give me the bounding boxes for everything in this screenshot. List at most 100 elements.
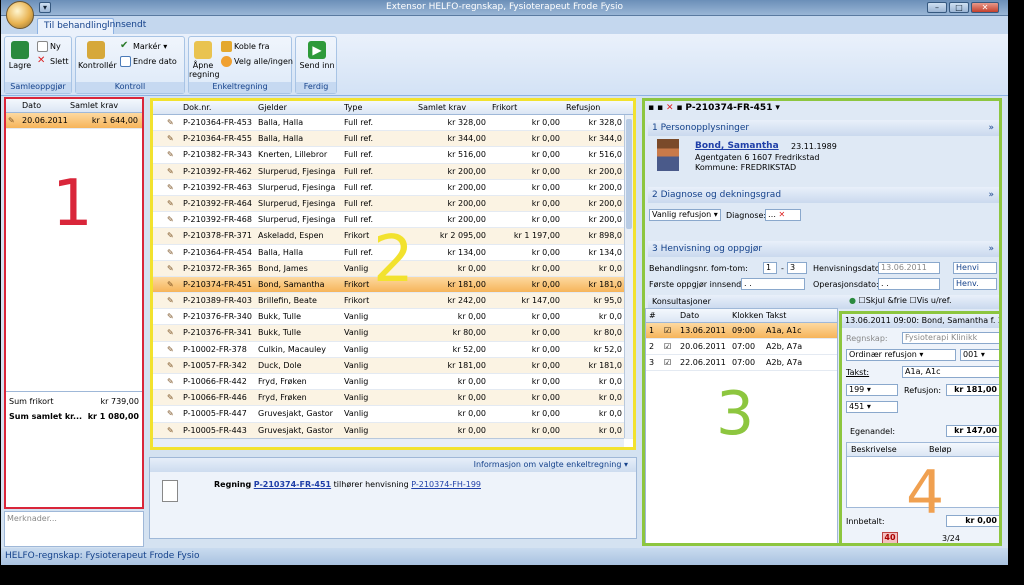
column-header[interactable]: Dato <box>22 101 41 110</box>
apne-regning-button[interactable]: Åpne regning <box>189 41 220 79</box>
b-select[interactable]: 451 ▾ <box>846 401 898 413</box>
consultation-checkbox[interactable]: ☑ <box>664 358 671 367</box>
forste-oppgjor-input[interactable]: . . <box>741 278 805 290</box>
column-header[interactable]: Refusjon <box>566 103 600 112</box>
maximize-button[interactable]: □ <box>949 2 969 13</box>
column-header[interactable]: Beskrivelse <box>851 445 897 454</box>
table-row[interactable]: ✎ P-10066-FR-442 Fryd, Frøken Vanlig kr 0,00… <box>153 374 633 391</box>
slett-button[interactable]: ✕ Slett <box>37 56 69 67</box>
group-ferdig: ▶ Send inn Ferdig <box>295 36 337 94</box>
a-select[interactable]: 199 ▾ <box>846 384 898 396</box>
column-header[interactable]: Samlet krav <box>70 101 118 110</box>
table-cell: P-10066-FR-442 <box>183 377 247 386</box>
column-header[interactable]: Samlet krav <box>418 103 466 112</box>
table-row[interactable]: ✎ P-10057-FR-342 Duck, Dole Vanlig kr 181,00… <box>153 357 633 374</box>
table-row[interactable]: ✎ P-10066-FR-446 Fryd, Frøken Vanlig kr 0,00… <box>153 390 633 407</box>
column-header[interactable]: Dok.nr. <box>183 103 211 112</box>
tab-innsendt[interactable]: Innsendt <box>101 18 152 34</box>
column-header[interactable]: Type <box>344 103 362 112</box>
table-row[interactable]: ✎ P-10005-FR-443 Gruvesjakt, Gastor Vanlig k… <box>153 422 633 439</box>
edit-icon: ✎ <box>167 263 174 273</box>
edit-icon: ✎ <box>167 328 174 338</box>
save-icon[interactable]: ▪ <box>648 103 654 113</box>
section-personopplysninger[interactable]: 1 Personopplysninger» <box>648 120 999 136</box>
column-header[interactable]: Beløp <box>929 445 952 454</box>
horizontal-scrollbar[interactable] <box>153 438 624 447</box>
section-henvisning[interactable]: 3 Henvisning og oppgjør» <box>648 241 999 257</box>
code-select[interactable]: 001 ▾ <box>960 349 999 361</box>
table-cell: Duck, Dole <box>258 360 302 370</box>
endre-dato-button[interactable]: Endre dato <box>120 56 177 67</box>
send-inn-button[interactable]: ▶ Send inn <box>298 41 336 70</box>
marker-button[interactable]: ✔ Markér ▾ <box>120 41 167 52</box>
scroll-thumb[interactable] <box>626 119 632 229</box>
table-cell: kr 95,0 <box>593 296 622 306</box>
takst-input[interactable]: A1a, A1c <box>902 366 999 378</box>
merknader-field[interactable]: Merknader... <box>4 511 144 547</box>
vis-checkbox[interactable]: ☐ <box>910 296 917 305</box>
table-row[interactable]: ✎ P-210392-FR-462 Slurperud, Fjesinga Full … <box>153 163 633 180</box>
person-name-link[interactable]: Bond, Samantha <box>695 141 779 151</box>
regnskap-select[interactable]: Fysioterapi Klinikk <box>902 332 999 344</box>
konsultasjon-detail-panel: 13.06.2011 09:00: Bond, Samantha f. 23. … <box>839 311 1002 546</box>
person-dob: 23.11.1989 <box>791 142 837 151</box>
table-row[interactable]: ✎ P-10005-FR-447 Gruvesjakt, Gastor Vanlig k… <box>153 406 633 423</box>
vertical-scrollbar[interactable] <box>624 115 633 438</box>
skjul-checkbox[interactable]: ☐ <box>859 296 866 305</box>
column-header[interactable]: Dato <box>680 311 699 320</box>
table-cell: kr 134,0 <box>588 247 622 257</box>
regning-link[interactable]: P-210374-FR-451 <box>254 480 331 489</box>
table-cell: kr 0,0 <box>598 263 622 273</box>
table-cell: kr 328,00 <box>447 118 486 127</box>
table-row[interactable]: ✎ P-210376-FR-340 Bukk, Tulle Vanlig kr 0,00… <box>153 309 633 326</box>
section-diagnose[interactable]: 2 Diagnose og dekningsgrad» <box>648 187 999 203</box>
collapse-icon[interactable]: » <box>988 190 994 200</box>
column-header[interactable]: Klokken <box>732 311 763 320</box>
copy-icon[interactable]: ▪ <box>676 103 682 113</box>
table-row[interactable]: ✎ 20.06.2011 kr 1 644,00 <box>6 113 142 129</box>
quick-access-icon[interactable]: ▾ <box>39 2 51 13</box>
table-cell: Balla, Halla <box>258 118 304 127</box>
henvisningsdato-input[interactable]: 13.06.2011 <box>878 262 940 274</box>
table-row[interactable]: ✎ P-210364-FR-453 Balla, Halla Full ref. kr … <box>153 115 633 132</box>
henvis-button[interactable]: Henvi <box>953 262 997 274</box>
close-button[interactable]: ✕ <box>971 2 999 13</box>
consultation-row[interactable]: 2 ☑ 20.06.2011 07:00 A2b, A7a <box>646 339 837 355</box>
minimize-button[interactable]: – <box>927 2 947 13</box>
print-icon[interactable]: ▪ <box>657 103 663 113</box>
collapse-icon[interactable]: » <box>988 123 994 133</box>
henv-button[interactable]: Henv. <box>953 278 997 290</box>
delete-icon[interactable]: ✕ <box>666 103 674 113</box>
column-header[interactable]: Frikort <box>492 103 517 112</box>
diagnose-field[interactable]: … ✕ <box>765 209 801 221</box>
operasjonsdato-input[interactable]: . . <box>878 278 940 290</box>
consultation-checkbox[interactable]: ☑ <box>664 326 671 335</box>
table-row[interactable]: ✎ P-210382-FR-343 Knerten, Lillebror Full r… <box>153 147 633 164</box>
application-menu-button[interactable] <box>6 1 34 29</box>
kontroller-button[interactable]: Kontrollér <box>78 41 117 70</box>
lagre-button[interactable]: Lagre <box>7 41 33 70</box>
refresh-icon[interactable]: ● <box>849 296 856 305</box>
open-folder-icon <box>194 41 212 59</box>
consultation-row[interactable]: 3 ☑ 22.06.2011 07:00 A2b, A7a <box>646 355 837 371</box>
koble-fra-button[interactable]: Koble fra <box>221 41 270 52</box>
table-row[interactable]: ✎ P-210364-FR-455 Balla, Halla Full ref. kr … <box>153 131 633 148</box>
table-row[interactable]: ✎ P-210392-FR-464 Slurperud, Fjesinga Full … <box>153 195 633 213</box>
ny-button[interactable]: Ny <box>37 41 61 52</box>
refusjon-type-select[interactable]: Ordinær refusjon ▾ <box>846 349 956 361</box>
table-cell: Full ref. <box>344 134 374 144</box>
column-header[interactable]: Gjelder <box>258 103 287 112</box>
info-header[interactable]: Informasjon om valgte enkeltregning ▾ <box>150 458 636 472</box>
consultation-row[interactable]: 1 ☑ 13.06.2011 09:00 A1a, A1c <box>646 323 837 339</box>
refusjon-type-select[interactable]: Vanlig refusjon ▾ <box>649 209 721 221</box>
henvisning-link[interactable]: P-210374-FH-199 <box>411 480 481 489</box>
consultation-checkbox[interactable]: ☑ <box>664 342 671 351</box>
table-row[interactable]: ✎ P-210392-FR-463 Slurperud, Fjesinga Full … <box>153 180 633 196</box>
column-header[interactable]: Takst <box>766 311 786 320</box>
behandling-to-input[interactable]: 3 <box>787 262 807 274</box>
collapse-icon[interactable]: » <box>988 244 994 254</box>
velg-alle-button[interactable]: Velg alle/ingen <box>221 56 293 67</box>
table-row[interactable]: ✎ P-210376-FR-341 Bukk, Tulle Vanlig kr 80,0… <box>153 325 633 342</box>
table-row[interactable]: ✎ P-10002-FR-378 Culkin, Macauley Vanlig kr … <box>153 342 633 358</box>
behandling-from-input[interactable]: 1 <box>763 262 777 274</box>
